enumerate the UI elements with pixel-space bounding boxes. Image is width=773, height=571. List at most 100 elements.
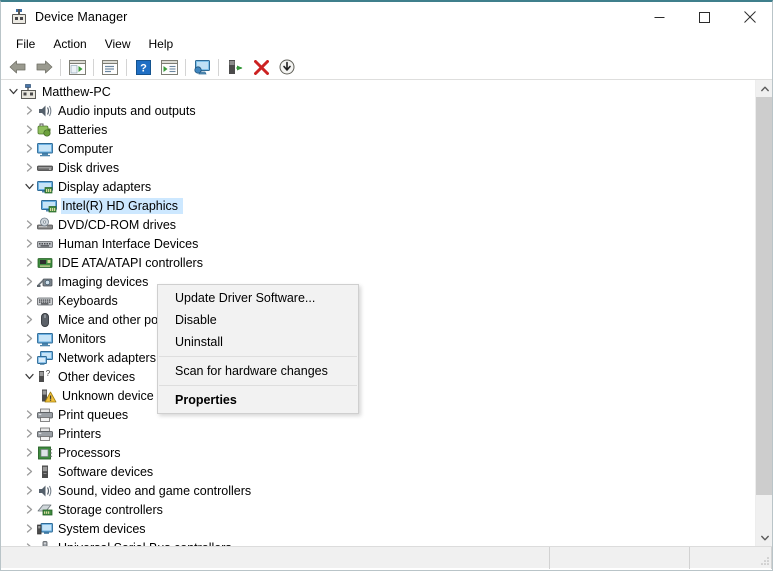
help-icon[interactable]: ? — [130, 56, 156, 78]
tree-item-label: Disk drives — [58, 161, 123, 175]
chevron-right-icon[interactable] — [21, 348, 37, 367]
chevron-right-icon[interactable] — [21, 215, 37, 234]
tree-item-display-adapters[interactable]: Display adapters — [1, 177, 754, 196]
tree-item-processors[interactable]: Processors — [1, 443, 754, 462]
tree-item-computer[interactable]: Computer — [1, 139, 754, 158]
close-button[interactable] — [727, 2, 772, 32]
tree-item-human-interface-devices[interactable]: Human Interface Devices — [1, 234, 754, 253]
chevron-right-icon[interactable] — [21, 139, 37, 158]
back-arrow-icon[interactable] — [5, 56, 31, 78]
tree-item-disk-drives[interactable]: Disk drives — [1, 158, 754, 177]
status-pane-secondary — [550, 547, 690, 569]
chevron-right-icon[interactable] — [21, 481, 37, 500]
scroll-down-icon[interactable] — [756, 529, 772, 546]
show-details-pane-icon[interactable] — [156, 56, 182, 78]
display-adapter-icon — [41, 198, 57, 214]
tree-item-label: Keyboards — [58, 294, 122, 308]
tree-item-system-devices[interactable]: System devices — [1, 519, 754, 538]
keyboard-icon — [37, 293, 53, 309]
storage-controller-icon — [37, 502, 53, 518]
tree-item-label: DVD/CD-ROM drives — [58, 218, 180, 232]
maximize-button[interactable] — [682, 2, 727, 32]
chevron-right-icon[interactable] — [21, 101, 37, 120]
scroll-up-icon[interactable] — [756, 80, 772, 97]
scroll-thumb[interactable] — [756, 97, 772, 495]
toolbar: ? — [1, 55, 772, 80]
minimize-button[interactable] — [637, 2, 682, 32]
tree-item-label: Matthew-PC — [42, 85, 115, 99]
tree-item-universal-serial-bus-controllers[interactable]: Universal Serial Bus controllers — [1, 538, 754, 546]
scan-for-hardware-changes-icon[interactable] — [274, 56, 300, 78]
tree-item-storage-controllers[interactable]: Storage controllers — [1, 500, 754, 519]
update-driver-software-icon[interactable] — [189, 56, 215, 78]
chevron-right-icon[interactable] — [21, 519, 37, 538]
tree-item-matthew-pc[interactable]: Matthew-PC — [1, 82, 754, 101]
toolbar-separator — [218, 59, 219, 76]
tree-item-mice-and-other-pointing-devices[interactable]: Mice and other pointing devices — [1, 310, 754, 329]
tree-item-label: Imaging devices — [58, 275, 152, 289]
chevron-right-icon[interactable] — [21, 120, 37, 139]
tree-item-imaging-devices[interactable]: Imaging devices — [1, 272, 754, 291]
tree-item-dvd-cd-rom-drives[interactable]: DVD/CD-ROM drives — [1, 215, 754, 234]
tree-item-label: Storage controllers — [58, 503, 167, 517]
chevron-down-icon[interactable] — [21, 367, 37, 386]
chevron-right-icon[interactable] — [21, 462, 37, 481]
tree-item-sound-video-and-game-controllers[interactable]: Sound, video and game controllers — [1, 481, 754, 500]
chevron-right-icon[interactable] — [21, 329, 37, 348]
tree-item-batteries[interactable]: Batteries — [1, 120, 754, 139]
tree-item-label: Processors — [58, 446, 125, 460]
tree-item-keyboards[interactable]: Keyboards — [1, 291, 754, 310]
context-menu-item-update-driver-software[interactable]: Update Driver Software... — [158, 287, 358, 309]
uninstall-device-icon[interactable] — [222, 56, 248, 78]
properties-icon[interactable] — [97, 56, 123, 78]
tree-item-print-queues[interactable]: Print queues — [1, 405, 754, 424]
chevron-down-icon[interactable] — [5, 82, 21, 101]
speaker-icon — [37, 483, 53, 499]
printer-icon — [37, 426, 53, 442]
tree-item-audio-inputs-and-outputs[interactable]: Audio inputs and outputs — [1, 101, 754, 120]
chevron-right-icon[interactable] — [21, 538, 37, 546]
menu-action[interactable]: Action — [44, 34, 95, 54]
tree-item-other-devices[interactable]: ? Other devices — [1, 367, 754, 386]
forward-arrow-icon[interactable] — [31, 56, 57, 78]
tree-item-intel-hd-graphics[interactable]: Intel(R) HD Graphics — [1, 196, 754, 215]
toolbar-separator — [60, 59, 61, 76]
system-device-icon — [37, 521, 53, 537]
tree-item-software-devices[interactable]: Software devices — [1, 462, 754, 481]
chevron-down-icon[interactable] — [21, 177, 37, 196]
device-tree[interactable]: Matthew-PC Audio inputs and outputs — [1, 80, 754, 546]
tree-item-label: Software devices — [58, 465, 157, 479]
menu-file[interactable]: File — [7, 34, 44, 54]
tree-item-ide-ata-atapi-controllers[interactable]: IDE ATA/ATAPI controllers — [1, 253, 754, 272]
chevron-right-icon[interactable] — [21, 253, 37, 272]
menu-help[interactable]: Help — [140, 34, 183, 54]
disable-device-icon[interactable] — [248, 56, 274, 78]
tree-item-printers[interactable]: Printers — [1, 424, 754, 443]
context-menu-item-scan-for-hardware-changes[interactable]: Scan for hardware changes — [158, 360, 358, 382]
tree-item-network-adapters[interactable]: Network adapters — [1, 348, 754, 367]
chevron-right-icon[interactable] — [21, 291, 37, 310]
chevron-right-icon[interactable] — [21, 158, 37, 177]
tree-item-unknown-device[interactable]: Unknown device — [1, 386, 754, 405]
vertical-scrollbar[interactable] — [755, 80, 772, 546]
context-menu-separator — [159, 385, 357, 386]
chevron-right-icon[interactable] — [21, 405, 37, 424]
tree-item-label: Network adapters — [58, 351, 160, 365]
tree-item-monitors[interactable]: Monitors — [1, 329, 754, 348]
resize-grip[interactable] — [758, 554, 770, 566]
context-menu: Update Driver Software... Disable Uninst… — [157, 284, 359, 414]
chevron-right-icon[interactable] — [21, 443, 37, 462]
chevron-right-icon[interactable] — [21, 234, 37, 253]
menu-bar: File Action View Help — [1, 32, 772, 55]
chevron-right-icon[interactable] — [21, 310, 37, 329]
menu-view[interactable]: View — [96, 34, 140, 54]
chevron-right-icon[interactable] — [21, 500, 37, 519]
chevron-right-icon[interactable] — [21, 272, 37, 291]
network-adapter-icon — [37, 350, 53, 366]
chevron-right-icon[interactable] — [21, 424, 37, 443]
show-hide-console-tree-icon[interactable] — [64, 56, 90, 78]
context-menu-item-properties[interactable]: Properties — [158, 389, 358, 411]
context-menu-item-disable[interactable]: Disable — [158, 309, 358, 331]
camera-icon — [37, 274, 53, 290]
context-menu-item-uninstall[interactable]: Uninstall — [158, 331, 358, 353]
